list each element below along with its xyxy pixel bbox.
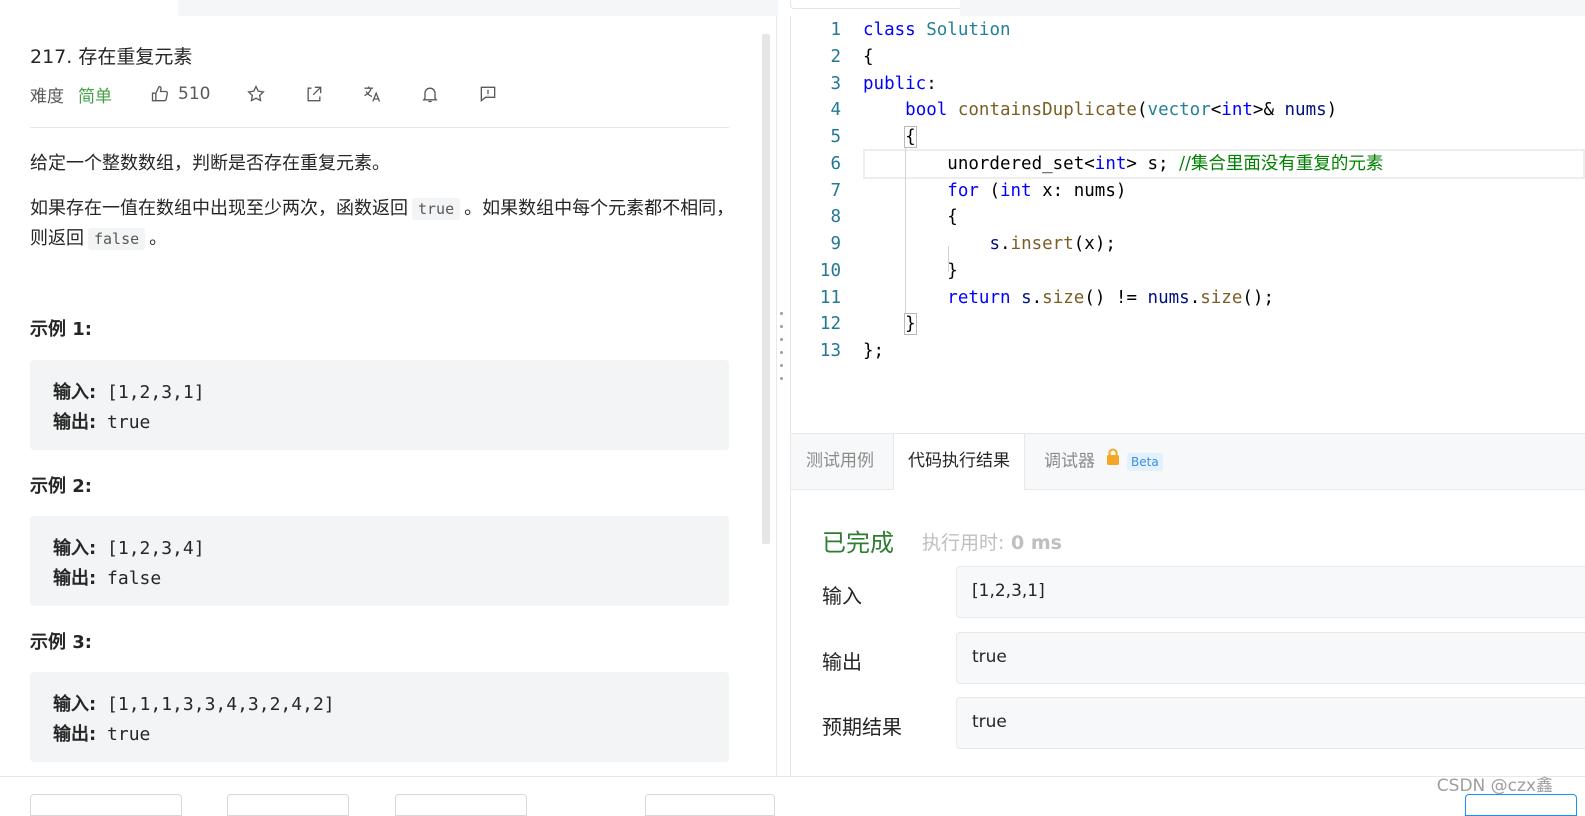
bell-icon xyxy=(422,87,439,103)
expected-box: true xyxy=(956,697,1585,749)
footer-bar xyxy=(0,776,1585,816)
description-panel: 217. 存在重复元素 难度 简单 510 给定一个整数数组，判断是否存在重复元… xyxy=(0,16,777,776)
favorite-button[interactable] xyxy=(246,84,266,104)
result-panel: 测试用例 代码执行结果 调试器 Beta 已完成 执行用时: 0 ms 输入 [1… xyxy=(790,433,1585,777)
thumbs-up-icon xyxy=(151,85,169,102)
star-icon xyxy=(247,84,266,102)
example-1-box: 输入: [1,2,3,1] 输出: true xyxy=(30,360,729,450)
watermark: CSDN @czx鑫 xyxy=(1436,776,1553,796)
example-3-box: 输入: [1,1,1,3,3,4,3,2,4,2] 输出: true xyxy=(30,672,729,762)
tab-debugger[interactable]: 调试器 Beta xyxy=(1044,434,1163,489)
lock-icon xyxy=(1105,434,1121,489)
description-text-1: 给定一个整数数组，判断是否存在重复元素。 xyxy=(30,153,390,174)
top-bar-strip xyxy=(178,0,778,16)
difficulty-label: 难度 xyxy=(30,86,64,107)
tab-testcase[interactable]: 测试用例 xyxy=(806,434,874,489)
runtime: 执行用时: 0 ms xyxy=(922,528,1062,555)
share-button[interactable] xyxy=(304,84,324,104)
feedback-icon xyxy=(481,86,496,103)
output-box: true xyxy=(956,632,1585,684)
top-bar-right xyxy=(960,0,1585,16)
example-1-heading: 示例 1: xyxy=(30,319,92,340)
translate-button[interactable] xyxy=(362,84,382,104)
notify-button[interactable] xyxy=(420,84,440,104)
footer-button-2[interactable] xyxy=(227,794,349,816)
difficulty-badge: 简单 xyxy=(78,86,112,107)
translate-icon xyxy=(364,86,381,102)
input-box: [1,2,3,1] xyxy=(956,566,1585,618)
example-3-heading: 示例 3: xyxy=(30,632,92,653)
top-tab[interactable] xyxy=(790,0,962,9)
expected-value: true xyxy=(972,712,1007,732)
code-false: false xyxy=(88,228,146,250)
panel-resize-handle[interactable] xyxy=(780,312,784,380)
share-icon xyxy=(307,86,322,102)
runtime-label: 执行用时: xyxy=(922,532,1005,554)
feedback-button[interactable] xyxy=(478,84,498,104)
top-bar-left xyxy=(0,0,178,16)
output-label: 输出 xyxy=(822,650,862,674)
description-scrollbar[interactable] xyxy=(762,34,770,544)
input-value: [1,2,3,1] xyxy=(972,581,1045,601)
description-text-2: 如果存在一值在数组中出现至少两次，函数返回 true 。如果数组中每个元素都不相同，… xyxy=(30,198,735,250)
run-status: 已完成 xyxy=(822,529,894,557)
like-button[interactable]: 510 xyxy=(150,84,210,104)
like-count: 510 xyxy=(178,84,211,104)
problem-meta: 难度 简单 510 xyxy=(30,82,498,107)
divider xyxy=(30,127,729,128)
example-2-box: 输入: [1,2,3,4] 输出: false xyxy=(30,516,729,606)
footer-button-3[interactable] xyxy=(395,794,527,816)
footer-button-4[interactable] xyxy=(645,794,775,816)
code-true: true xyxy=(412,198,461,220)
result-tabs: 测试用例 代码执行结果 调试器 Beta xyxy=(791,433,1585,490)
footer-button-5[interactable] xyxy=(1465,794,1577,816)
tab-run-result[interactable]: 代码执行结果 xyxy=(893,434,1025,490)
output-value: true xyxy=(972,647,1007,667)
input-label: 输入 xyxy=(822,584,862,608)
runtime-value: 0 ms xyxy=(1004,532,1062,554)
expected-label: 预期结果 xyxy=(822,715,902,739)
beta-badge: Beta xyxy=(1127,452,1163,471)
example-2-heading: 示例 2: xyxy=(30,476,92,497)
problem-title: 217. 存在重复元素 xyxy=(30,46,193,68)
code-editor[interactable]: 1 class Solution 2{ 3 public: 4 bool conta… xyxy=(790,16,1585,433)
tab-debugger-label: 调试器 xyxy=(1044,451,1095,472)
footer-button-1[interactable] xyxy=(30,794,182,816)
